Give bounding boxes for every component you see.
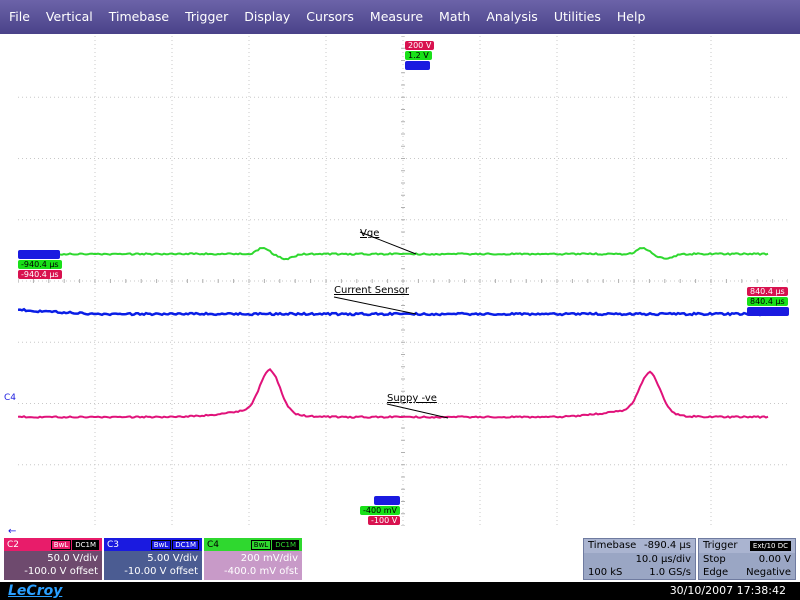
c2-body: 50.0 V/div -100.0 V offset (4, 551, 102, 580)
supply-label: Suppy -ve (387, 393, 437, 404)
channel-c2-panel[interactable]: C2 BwL DC1M 50.0 V/div -100.0 V offset (4, 538, 102, 580)
trigger-type: Edge (703, 566, 728, 580)
date-time: 30/10/2007 17:38:42 (670, 582, 786, 600)
menu-help[interactable]: Help (609, 0, 654, 34)
c2-left-marker[interactable]: -940.4 µs (18, 270, 62, 279)
channel-c3-panel[interactable]: C3 BwL DC1M 5.00 V/div -10.00 V offset (104, 538, 202, 580)
trigger-row-2: Stop 0.00 V (699, 553, 795, 567)
menu-analysis[interactable]: Analysis (478, 0, 546, 34)
c2-vdiv: 50.0 V/div (8, 552, 98, 565)
c4-offset: -400.0 mV ofst (208, 565, 298, 578)
vge-trace (18, 248, 768, 259)
c2-coupling-badge: DC1M (72, 540, 99, 550)
menu-trigger[interactable]: Trigger (177, 0, 236, 34)
timebase-header: Timebase -890.4 µs (584, 539, 695, 553)
c3-top-marker[interactable] (405, 61, 430, 70)
trigger-row-3: Edge Negative (699, 566, 795, 580)
c4-bw-badge: BwL (251, 540, 271, 550)
menu-timebase[interactable]: Timebase (101, 0, 177, 34)
left-arrow-icon[interactable]: ← (8, 526, 16, 537)
trigger-header: Trigger Ext/10 DC (699, 539, 795, 553)
c2-name: C2 (7, 540, 19, 550)
c2-offset: -100.0 V offset (8, 565, 98, 578)
waveform-grid[interactable]: Vge Current Sensor Suppy -ve (18, 36, 788, 526)
trigger-slope: Negative (746, 566, 791, 580)
lecroy-logo[interactable]: LeCroy (8, 582, 62, 600)
current-sensor-label: Current Sensor (334, 285, 409, 296)
current-label-leader (334, 297, 416, 314)
timebase-panel[interactable]: Timebase -890.4 µs 10.0 µs/div 100 kS 1.… (583, 538, 696, 580)
c2-top-marker[interactable]: 200 V (405, 41, 434, 50)
c4-body: 200 mV/div -400.0 mV ofst (204, 551, 302, 580)
status-bar: LeCroy 30/10/2007 17:38:42 (0, 582, 800, 600)
c2-bw-badge: BwL (51, 540, 71, 550)
c3-left-marker[interactable] (18, 250, 60, 259)
c3-right-marker[interactable] (747, 307, 789, 316)
channel-c4-panel[interactable]: C4 BwL DC1M 200 mV/div -400.0 mV ofst (204, 538, 302, 580)
menu-file[interactable]: File (0, 0, 38, 34)
timebase-row-3: 100 kS 1.0 GS/s (584, 566, 695, 580)
c3-bottom-marker[interactable] (374, 496, 400, 505)
oscilloscope-window: File Vertical Timebase Trigger Display C… (0, 0, 800, 600)
trigger-panel[interactable]: Trigger Ext/10 DC Stop 0.00 V Edge Negat… (698, 538, 796, 580)
trigger-source-badge: Ext/10 DC (750, 541, 791, 551)
c3-name: C3 (107, 540, 119, 550)
trigger-level: 0.00 V (759, 553, 791, 567)
timebase-row-2: 10.0 µs/div (584, 553, 695, 567)
c4-top-marker[interactable]: 1.2 V (405, 51, 432, 60)
timebase-samples: 100 kS (588, 566, 622, 580)
trigger-label: Trigger (703, 539, 738, 553)
menu-measure[interactable]: Measure (362, 0, 431, 34)
timebase-label: Timebase (588, 539, 636, 553)
trigger-mode: Stop (703, 553, 726, 567)
menu-cursors[interactable]: Cursors (298, 0, 362, 34)
waveform-traces (18, 36, 788, 526)
menu-vertical[interactable]: Vertical (38, 0, 101, 34)
c4-header: C4 BwL DC1M (204, 538, 302, 551)
c3-header: C3 BwL DC1M (104, 538, 202, 551)
menu-utilities[interactable]: Utilities (546, 0, 609, 34)
menu-math[interactable]: Math (431, 0, 478, 34)
c4-left-marker[interactable]: -940.4 µs (18, 260, 62, 269)
c4-bottom-marker[interactable]: -400 mV (360, 506, 400, 515)
c4-coupling-badge: DC1M (272, 540, 299, 550)
c4-vdiv: 200 mV/div (208, 552, 298, 565)
c4-level-marker[interactable]: C4 (4, 393, 16, 403)
c4-name: C4 (207, 540, 219, 550)
menu-display[interactable]: Display (236, 0, 298, 34)
c3-vdiv: 5.00 V/div (108, 552, 198, 565)
c2-header: C2 BwL DC1M (4, 538, 102, 551)
timebase-rate: 1.0 GS/s (649, 566, 691, 580)
c4-right-marker[interactable]: 840.4 µs (747, 297, 788, 306)
current-sensor-trace (18, 309, 768, 315)
c3-offset: -10.00 V offset (108, 565, 198, 578)
c3-bw-badge: BwL (151, 540, 171, 550)
c3-body: 5.00 V/div -10.00 V offset (104, 551, 202, 580)
c2-bottom-marker[interactable]: -100 V (368, 516, 400, 525)
c2-right-marker[interactable]: 840.4 µs (747, 287, 788, 296)
c3-coupling-badge: DC1M (172, 540, 199, 550)
timebase-tdiv: 10.0 µs/div (636, 553, 691, 567)
timebase-delay: -890.4 µs (644, 539, 691, 553)
vge-label: Vge (360, 228, 379, 239)
menu-bar: File Vertical Timebase Trigger Display C… (0, 0, 800, 34)
